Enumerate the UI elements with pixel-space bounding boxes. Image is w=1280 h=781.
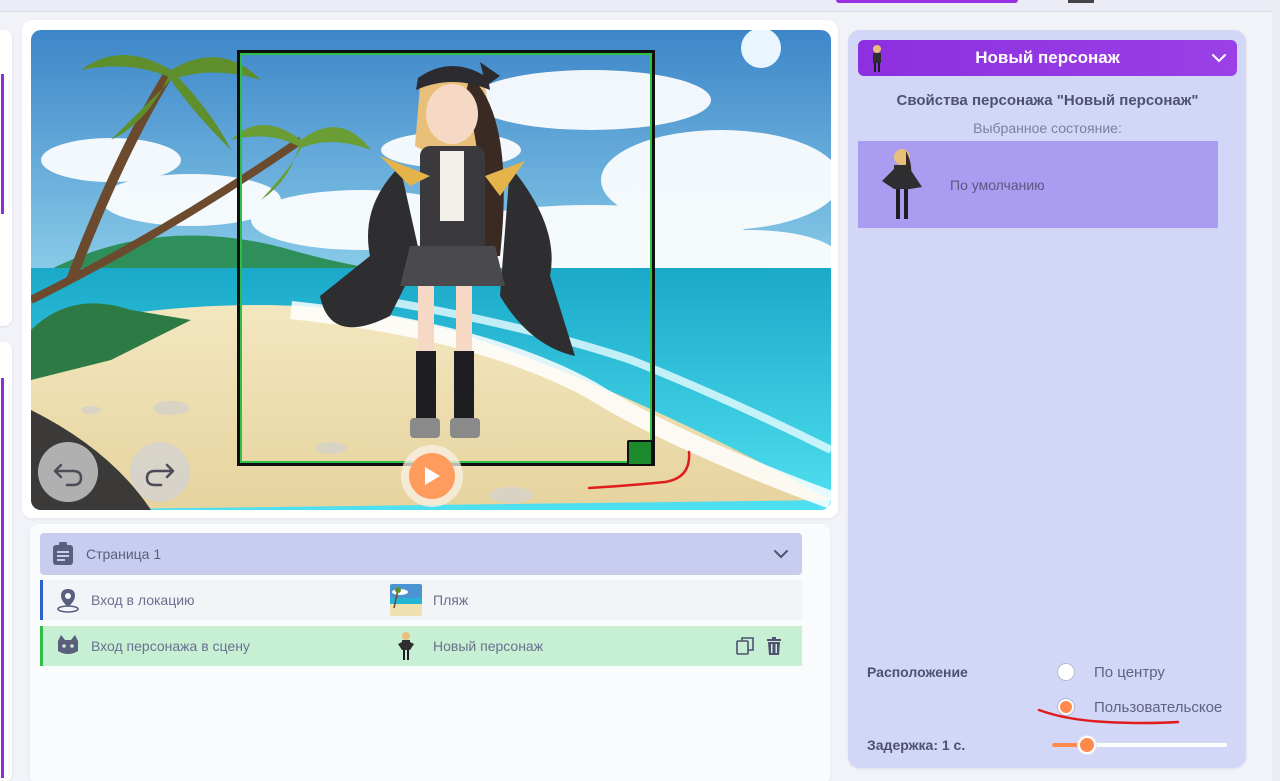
action-row-enter-location[interactable]: Вход в локацию Пляж: [40, 580, 802, 620]
cat-mask-icon: [58, 635, 78, 654]
action-value: Новый персонаж: [433, 638, 544, 654]
play-icon: [425, 467, 440, 485]
position-custom-radio[interactable]: [1057, 698, 1075, 716]
copy-icon[interactable]: [735, 636, 755, 656]
character-name: Новый персонаж: [975, 48, 1120, 67]
left-panel-upper: [0, 30, 12, 326]
redo-arrow-icon: [145, 463, 175, 487]
character-avatar-icon: [873, 45, 881, 72]
top-tab-indicator[interactable]: [836, 0, 1018, 3]
action-label: Вход персонажа в сцену: [91, 638, 250, 654]
top-icon[interactable]: [1068, 0, 1094, 3]
selection-resize-handle[interactable]: [627, 440, 653, 466]
play-button[interactable]: [401, 445, 463, 507]
properties-title: Свойства персонажа "Новый персонаж": [896, 92, 1199, 109]
position-center-radio[interactable]: [1057, 663, 1075, 681]
selected-state-label: Выбранное состояние:: [973, 120, 1122, 136]
action-label: Вход в локацию: [91, 592, 195, 608]
location-pin-icon: [57, 589, 79, 613]
position-custom-label[interactable]: Пользовательское: [1094, 699, 1222, 716]
chevron-down-icon[interactable]: [772, 545, 790, 563]
left-panel-lower: [0, 342, 12, 781]
delay-slider-knob[interactable]: [1078, 736, 1096, 754]
character-header-dropdown[interactable]: Новый персонаж: [858, 40, 1237, 76]
undo-button[interactable]: [38, 442, 98, 502]
undo-arrow-icon: [53, 463, 83, 487]
action-value: Пляж: [433, 592, 469, 608]
trash-icon[interactable]: [764, 636, 784, 656]
chevron-down-icon[interactable]: [1211, 51, 1227, 65]
location-thumbnail: [390, 584, 422, 616]
character-selection-box[interactable]: [237, 50, 655, 466]
page-title: Страница 1: [86, 546, 162, 562]
action-row-character-enter[interactable]: Вход персонажа в сцену Новый персонаж: [40, 626, 802, 666]
state-name: По умолчанию: [950, 176, 1045, 193]
clipboard-icon: [53, 542, 73, 565]
state-thumbnail: [882, 149, 922, 219]
character-thumbnail: [390, 630, 422, 662]
position-center-label[interactable]: По центру: [1094, 664, 1165, 681]
redo-button[interactable]: [130, 442, 190, 502]
page-header[interactable]: Страница 1: [40, 533, 802, 575]
page-scrollbar[interactable]: [1272, 0, 1280, 781]
position-label: Расположение: [867, 664, 968, 680]
state-item-default[interactable]: По умолчанию: [858, 141, 1218, 228]
delay-label: Задержка: 1 с.: [867, 737, 966, 753]
